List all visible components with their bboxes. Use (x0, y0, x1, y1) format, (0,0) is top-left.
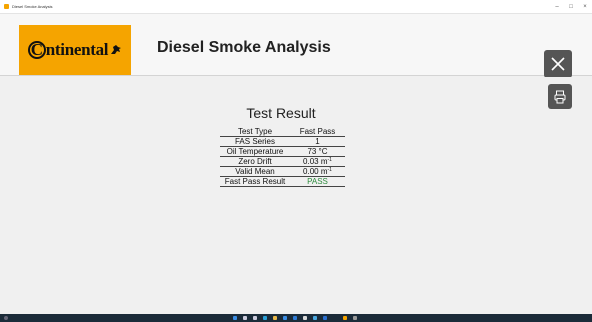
printer-icon (554, 90, 566, 103)
table-row: Oil Temperature 73 °C (220, 146, 345, 157)
table-row: FAS Series 1 (220, 136, 345, 147)
row-label: Test Type (220, 127, 290, 137)
folder-icon[interactable] (273, 316, 277, 320)
taskbar (0, 314, 592, 322)
row-value: 0.03 m-1 (290, 156, 345, 167)
title-bar: Diesel Smoke Analysis – □ × (0, 0, 592, 14)
app-icon-4[interactable] (343, 316, 347, 320)
pass-result: PASS (290, 176, 345, 187)
app-icon-3[interactable] (323, 316, 327, 320)
taskview-icon[interactable] (253, 316, 257, 320)
row-label: Fast Pass Result (220, 176, 290, 187)
search-icon[interactable] (4, 316, 8, 320)
table-row: Valid Mean 0.00 m-1 (220, 166, 345, 177)
mail-icon[interactable] (293, 316, 297, 320)
row-label: FAS Series (220, 136, 290, 147)
app-header: Cntinental Diesel Smoke Analysis (0, 14, 592, 78)
search-taskbar-icon[interactable] (243, 316, 247, 320)
start-icon[interactable] (233, 316, 237, 320)
store-icon[interactable] (283, 316, 287, 320)
logo-text: Cntinental (27, 40, 109, 60)
row-label: Zero Drift (220, 156, 290, 167)
result-title: Test Result (246, 105, 316, 121)
close-icon (551, 57, 565, 71)
horse-icon (111, 45, 122, 54)
chrome-icon[interactable] (303, 316, 307, 320)
table-row: Fast Pass Result PASS (220, 176, 345, 187)
row-value: 73 °C (290, 146, 345, 157)
maximize-button[interactable]: □ (564, 0, 578, 14)
row-label: Valid Mean (220, 166, 290, 177)
row-value: 1 (290, 136, 345, 147)
table-row: Zero Drift 0.03 m-1 (220, 156, 345, 167)
edge-icon[interactable] (263, 316, 267, 320)
main-content: Test Result Test Type Fast Pass FAS Seri… (0, 77, 592, 314)
app-title: Diesel Smoke Analysis (157, 39, 331, 56)
app-icon (4, 4, 9, 9)
close-button[interactable] (544, 50, 572, 78)
row-value: Fast Pass (290, 127, 345, 137)
app-icon-2[interactable] (313, 316, 317, 320)
app-window: Diesel Smoke Analysis – □ × Cntinental D… (0, 0, 592, 314)
window-close-button[interactable]: × (578, 0, 592, 14)
table-row: Test Type Fast Pass (220, 127, 345, 137)
continental-logo: Cntinental (19, 25, 131, 75)
window-controls: – □ × (550, 0, 592, 14)
row-label: Oil Temperature (220, 146, 290, 157)
window-title: Diesel Smoke Analysis (12, 4, 53, 9)
row-value: 0.00 m-1 (290, 166, 345, 177)
result-table: Test Type Fast Pass FAS Series 1 Oil Tem… (220, 127, 345, 187)
minimize-button[interactable]: – (550, 0, 564, 14)
app-icon-5[interactable] (353, 316, 357, 320)
